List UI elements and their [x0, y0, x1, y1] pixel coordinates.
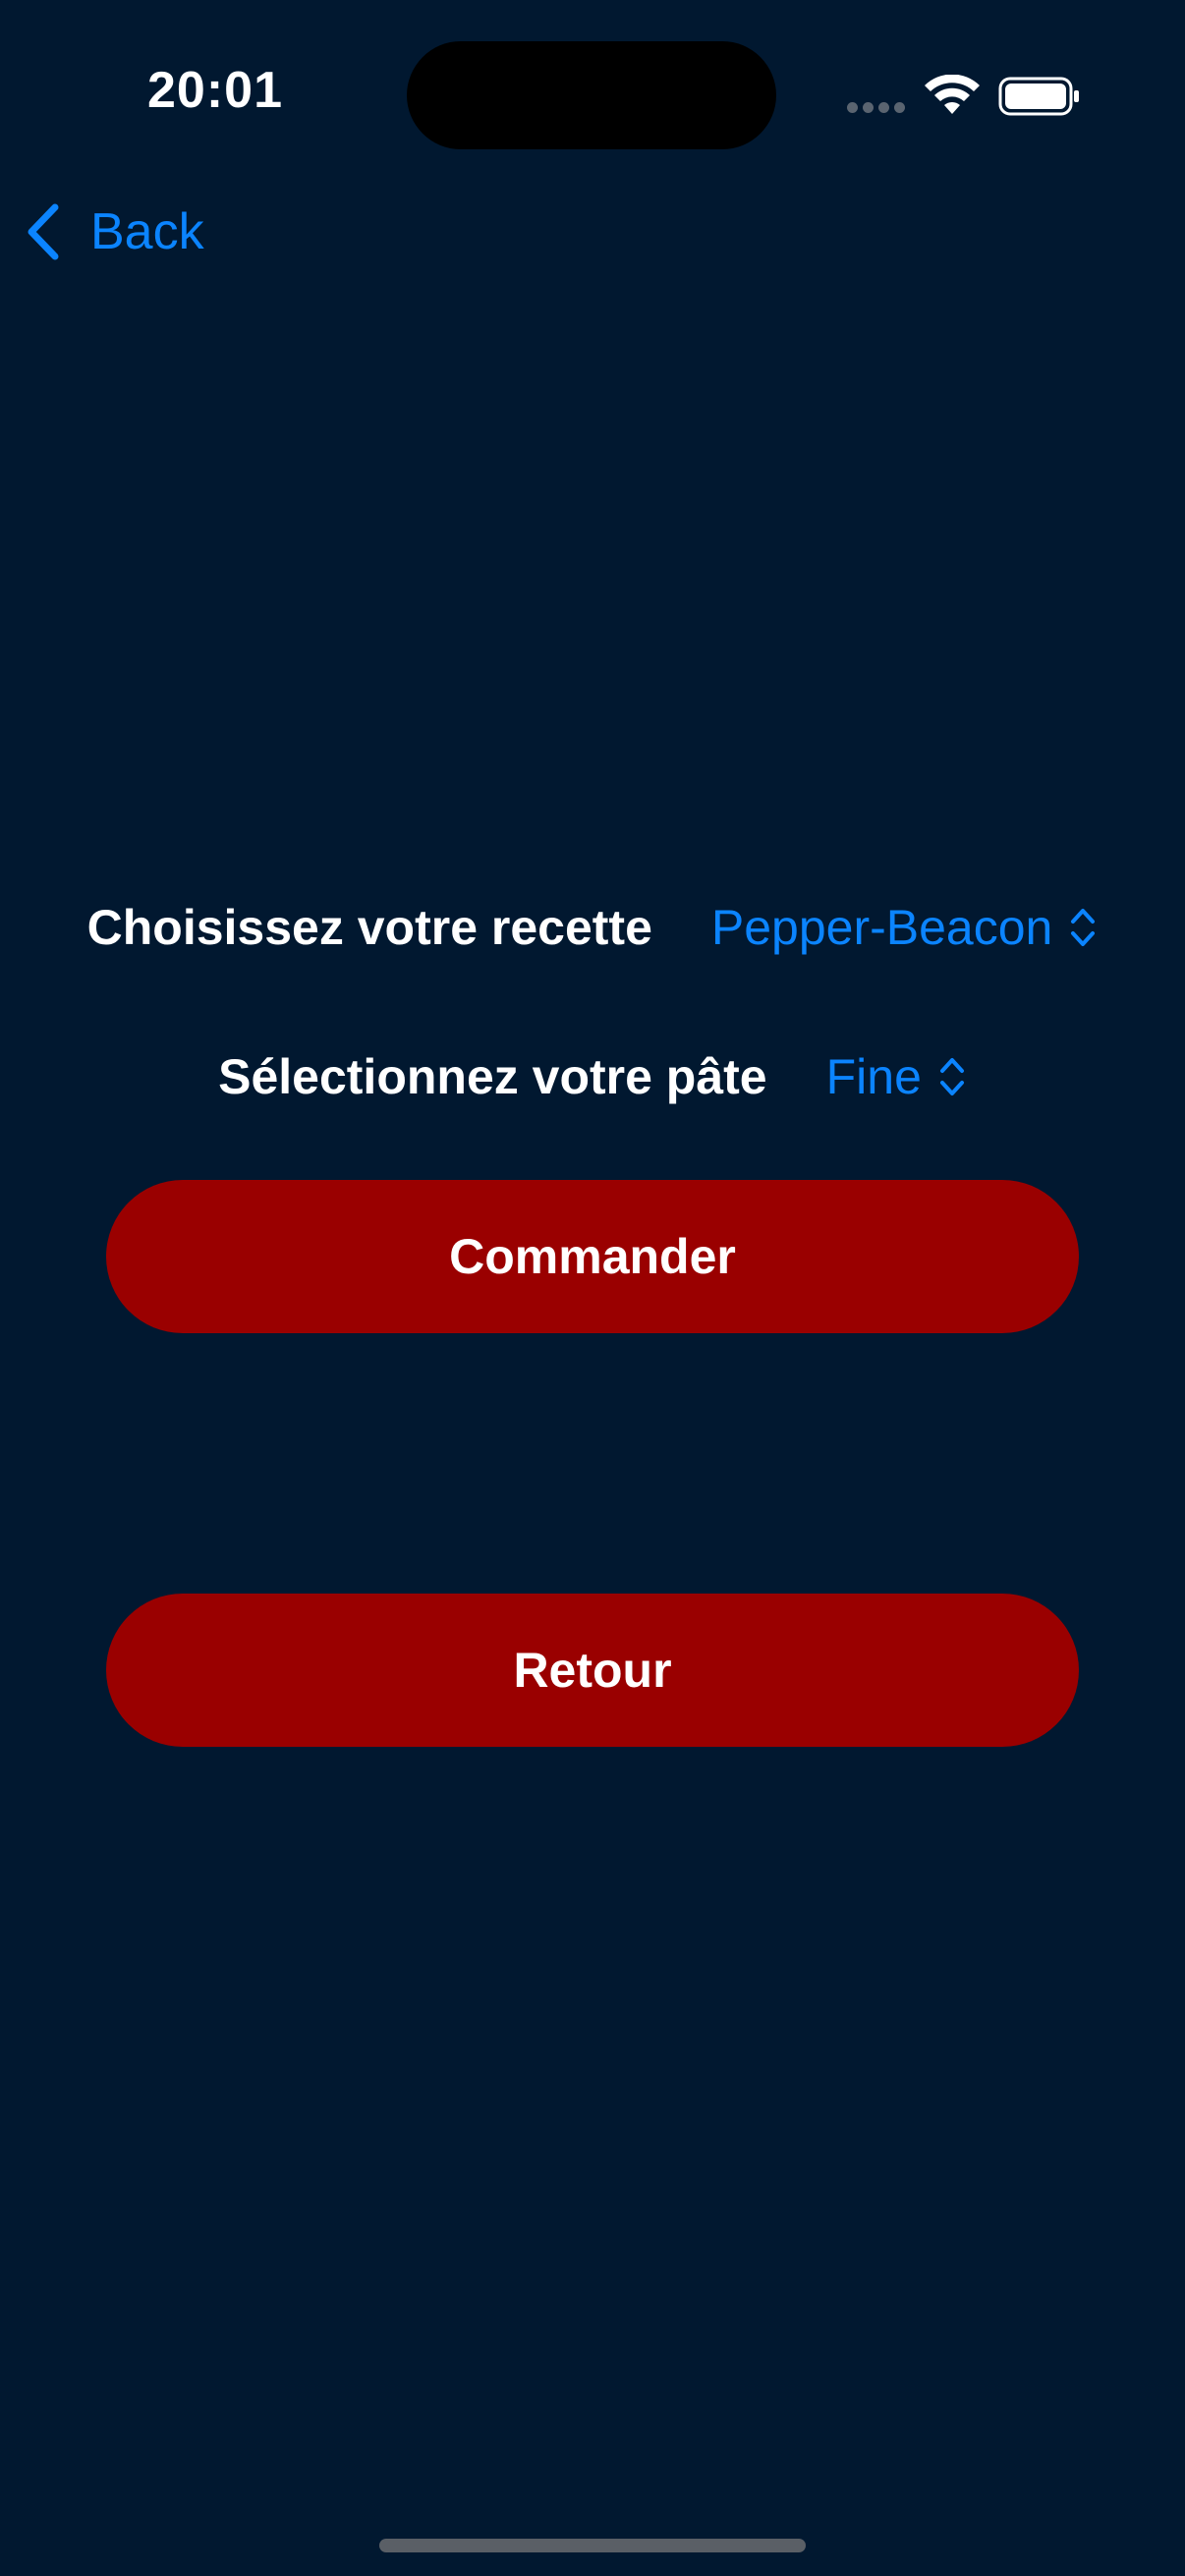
screen: 20:01 Back Choisissez votre recette Pepp… — [0, 0, 1185, 2576]
dough-row: Sélectionnez votre pâte Fine — [0, 1037, 1185, 1116]
signal-dots-icon — [847, 102, 906, 114]
chevron-up-down-icon — [1071, 909, 1096, 946]
battery-icon — [998, 77, 1079, 116]
return-button-label: Retour — [513, 1643, 672, 1698]
recipe-picker-value: Pepper-Beacon — [710, 900, 1053, 955]
back-button[interactable]: Back — [24, 193, 204, 271]
status-time: 20:01 — [147, 62, 283, 119]
order-button[interactable]: Commander — [106, 1180, 1079, 1333]
wifi-icon — [925, 75, 980, 114]
home-indicator[interactable] — [379, 2539, 806, 2552]
recipe-label: Choisissez votre recette — [86, 900, 652, 955]
chevron-up-down-icon — [939, 1058, 964, 1095]
dough-picker[interactable]: Fine — [826, 1048, 967, 1105]
return-button[interactable]: Retour — [106, 1594, 1079, 1747]
dough-picker-value: Fine — [825, 1049, 922, 1104]
recipe-picker[interactable]: Pepper-Beacon — [711, 899, 1098, 956]
recipe-row: Choisissez votre recette Pepper-Beacon — [0, 888, 1185, 967]
back-label: Back — [90, 203, 204, 260]
chevron-left-icon — [28, 203, 59, 260]
order-button-label: Commander — [449, 1229, 736, 1284]
dynamic-island — [407, 41, 776, 149]
dough-label: Sélectionnez votre pâte — [218, 1049, 767, 1104]
